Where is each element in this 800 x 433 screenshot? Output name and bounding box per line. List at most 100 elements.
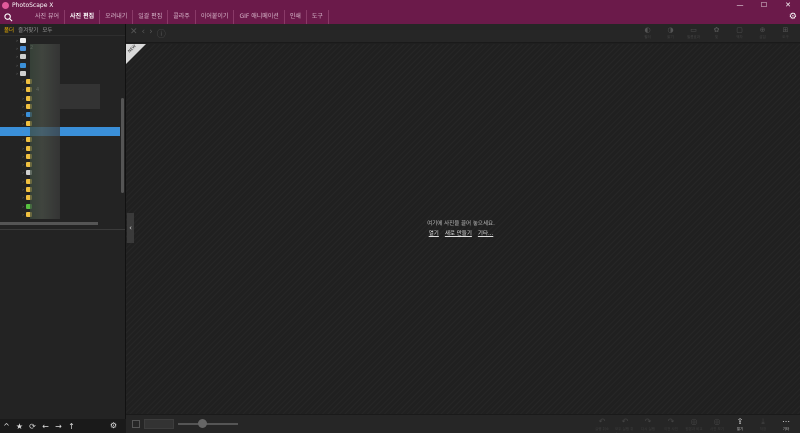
editor-tool-button[interactable]: ▢ 액자 [731,26,748,41]
drop-link[interactable]: 기타... [478,229,493,237]
search-button[interactable] [0,10,16,24]
bottom-action-button[interactable]: ⋯ 기타 [776,416,796,433]
drop-link[interactable]: 새로 만들기 [445,229,472,237]
menu-tabs: 사진 뷰어 사진 편집 오려내기 일괄 편집 콜라주 이어붙이기 GIF 애니메이션 인쇄 도구 [30,10,329,24]
tree-horizontal-scrollbar[interactable] [0,222,98,225]
blurred-region [60,84,100,109]
bottom-action-button[interactable]: ↷ 다시 실행 [638,416,658,433]
menu-tab[interactable]: 일괄 편집 [133,10,169,24]
bottom-action-button[interactable]: ⤓ 저장 [753,416,773,433]
tree-item[interactable]: › [0,160,120,168]
editor-tool-button[interactable]: ▭ 필름효과 [685,26,702,41]
info-icon[interactable]: ⓘ [157,27,166,40]
drop-link[interactable]: 열기 [429,229,439,237]
action-icon: ◎ [713,417,721,426]
forward-arrow-icon[interactable]: → [52,422,65,431]
folder-subtab[interactable]: 즐겨찾기 [18,26,38,34]
menu-tab[interactable]: 인쇄 [285,10,307,24]
menu-tab[interactable]: 사진 뷰어 [30,10,65,24]
back-arrow-icon[interactable]: ← [39,422,52,431]
folder-subtabs: 폴더 즐겨찾기 모두 [0,24,125,36]
tool-icon: ◑ [667,26,674,34]
action-label: 기타 [782,427,790,431]
tree-item[interactable]: › [0,136,120,144]
tree-item[interactable]: › [0,127,120,136]
action-icon: ◎ [690,417,698,426]
drop-links: 열기 새로 만들기 기타... [406,229,516,237]
collapse-up-button[interactable]: ^ [0,422,13,431]
editor-tool-button[interactable]: ◑ 밝기 [662,26,679,41]
tree-item[interactable]: › [0,210,120,218]
tree-item[interactable]: › [0,61,120,69]
blurred-region [30,44,60,219]
tree-item[interactable]: › [0,194,120,202]
folder-subtab[interactable]: 모두 [42,26,52,34]
tree-vertical-scrollbar[interactable] [121,98,124,193]
favorite-star-icon[interactable]: ★ [13,422,26,431]
folder-settings-gear-icon[interactable]: ⚙ [107,421,120,430]
editor-tool-button[interactable]: ◐ 필터 [639,26,656,41]
fit-view-icon[interactable] [132,420,140,428]
bottom-action-button[interactable]: ↶모두 실행 취소 [615,416,635,433]
tree-item[interactable]: › [0,111,120,119]
tool-label: 빛 [714,35,719,39]
tree-item[interactable]: › [0,69,120,77]
tree-item[interactable]: ›2 [0,44,120,52]
menu-tab[interactable]: 오려내기 [100,10,134,24]
bottom-action-button[interactable]: ↶ 실행 취소 [592,416,612,433]
action-icon: ⇪ [736,417,744,426]
refresh-icon[interactable]: ⟳ [26,422,39,431]
bottom-action-button[interactable]: ◎ 원본과 비교 [684,416,704,433]
next-photo-icon[interactable]: › [149,27,153,40]
tree-item[interactable]: › [0,169,120,177]
editor-tool-button[interactable]: ⊞ 도구 [777,26,794,41]
folder-icon [20,37,26,43]
menu-tab[interactable]: 사진 편집 [65,10,101,24]
bottom-action-button[interactable]: ◎ 사진 보기 [707,416,727,433]
close-photo-icon[interactable]: ✕ [130,27,138,40]
tool-icon: ⊕ [759,26,766,34]
drop-hint-text: 여기에 사진을 끌어 놓으세요. [427,221,495,227]
folder-toolbar: ^ ★ ⟳ ← → ↑ ⚙ [0,419,126,433]
zoom-input[interactable] [144,419,174,429]
panel-divider[interactable] [0,229,125,230]
tree-item[interactable]: › [0,152,120,160]
collapse-panel-chevron-icon[interactable]: ‹ [127,213,134,243]
bottom-action-button[interactable]: ↷ 이전 사진 [661,416,681,433]
tree-item[interactable]: › [0,202,120,210]
menu-tab[interactable]: 이어붙이기 [196,10,235,24]
action-icon: ↶ [621,417,629,426]
drop-message: 여기에 사진을 끌어 놓으세요. 열기 새로 만들기 기타... [406,219,516,237]
tree-item[interactable]: › [0,36,120,44]
prev-photo-icon[interactable]: ‹ [142,27,146,40]
up-arrow-icon[interactable]: ↑ [65,422,78,431]
zoom-slider[interactable] [178,419,238,428]
photo-canvas[interactable]: NEW 여기에 사진을 끌어 놓으세요. 열기 새로 만들기 기타... [126,43,800,414]
folder-icon [20,54,26,60]
settings-gear-icon[interactable]: ⚙ [789,12,797,22]
close-button[interactable]: ✕ [776,0,800,10]
minimize-button[interactable]: — [728,0,752,10]
tree-item[interactable]: › [0,144,120,152]
bottom-action-button[interactable]: ⇪ 열기 [730,416,750,433]
search-icon [3,12,12,21]
folder-icon [20,62,26,68]
folder-icon [20,45,26,51]
tool-icon: ✿ [713,26,720,34]
bottom-toolbar: ↶실행 취소↶모두 실행 취소↷다시 실행↷이전 사진◎원본과 비교◎사진 보기… [126,414,800,433]
menu-tab[interactable]: 도구 [307,10,329,24]
maximize-button[interactable]: ☐ [752,0,776,10]
action-label: 사진 보기 [710,427,724,431]
editor-tool-button[interactable]: ✿ 빛 [708,26,725,41]
tree-item[interactable]: › [0,185,120,193]
tree-item[interactable]: › [0,53,120,61]
tree-item[interactable]: › [0,119,120,127]
editor-tool-button[interactable]: ⊕ 삽입 [754,26,771,41]
menu-tab[interactable]: 콜라주 [168,10,196,24]
folder-tree: ››2›››››4››››››››››››››› [0,36,120,226]
folder-subtab[interactable]: 폴더 [4,26,14,34]
tool-label: 밝기 [667,35,674,39]
zoom-slider-knob[interactable] [198,419,207,428]
tree-item[interactable]: › [0,177,120,185]
menu-tab[interactable]: GIF 애니메이션 [234,10,285,24]
